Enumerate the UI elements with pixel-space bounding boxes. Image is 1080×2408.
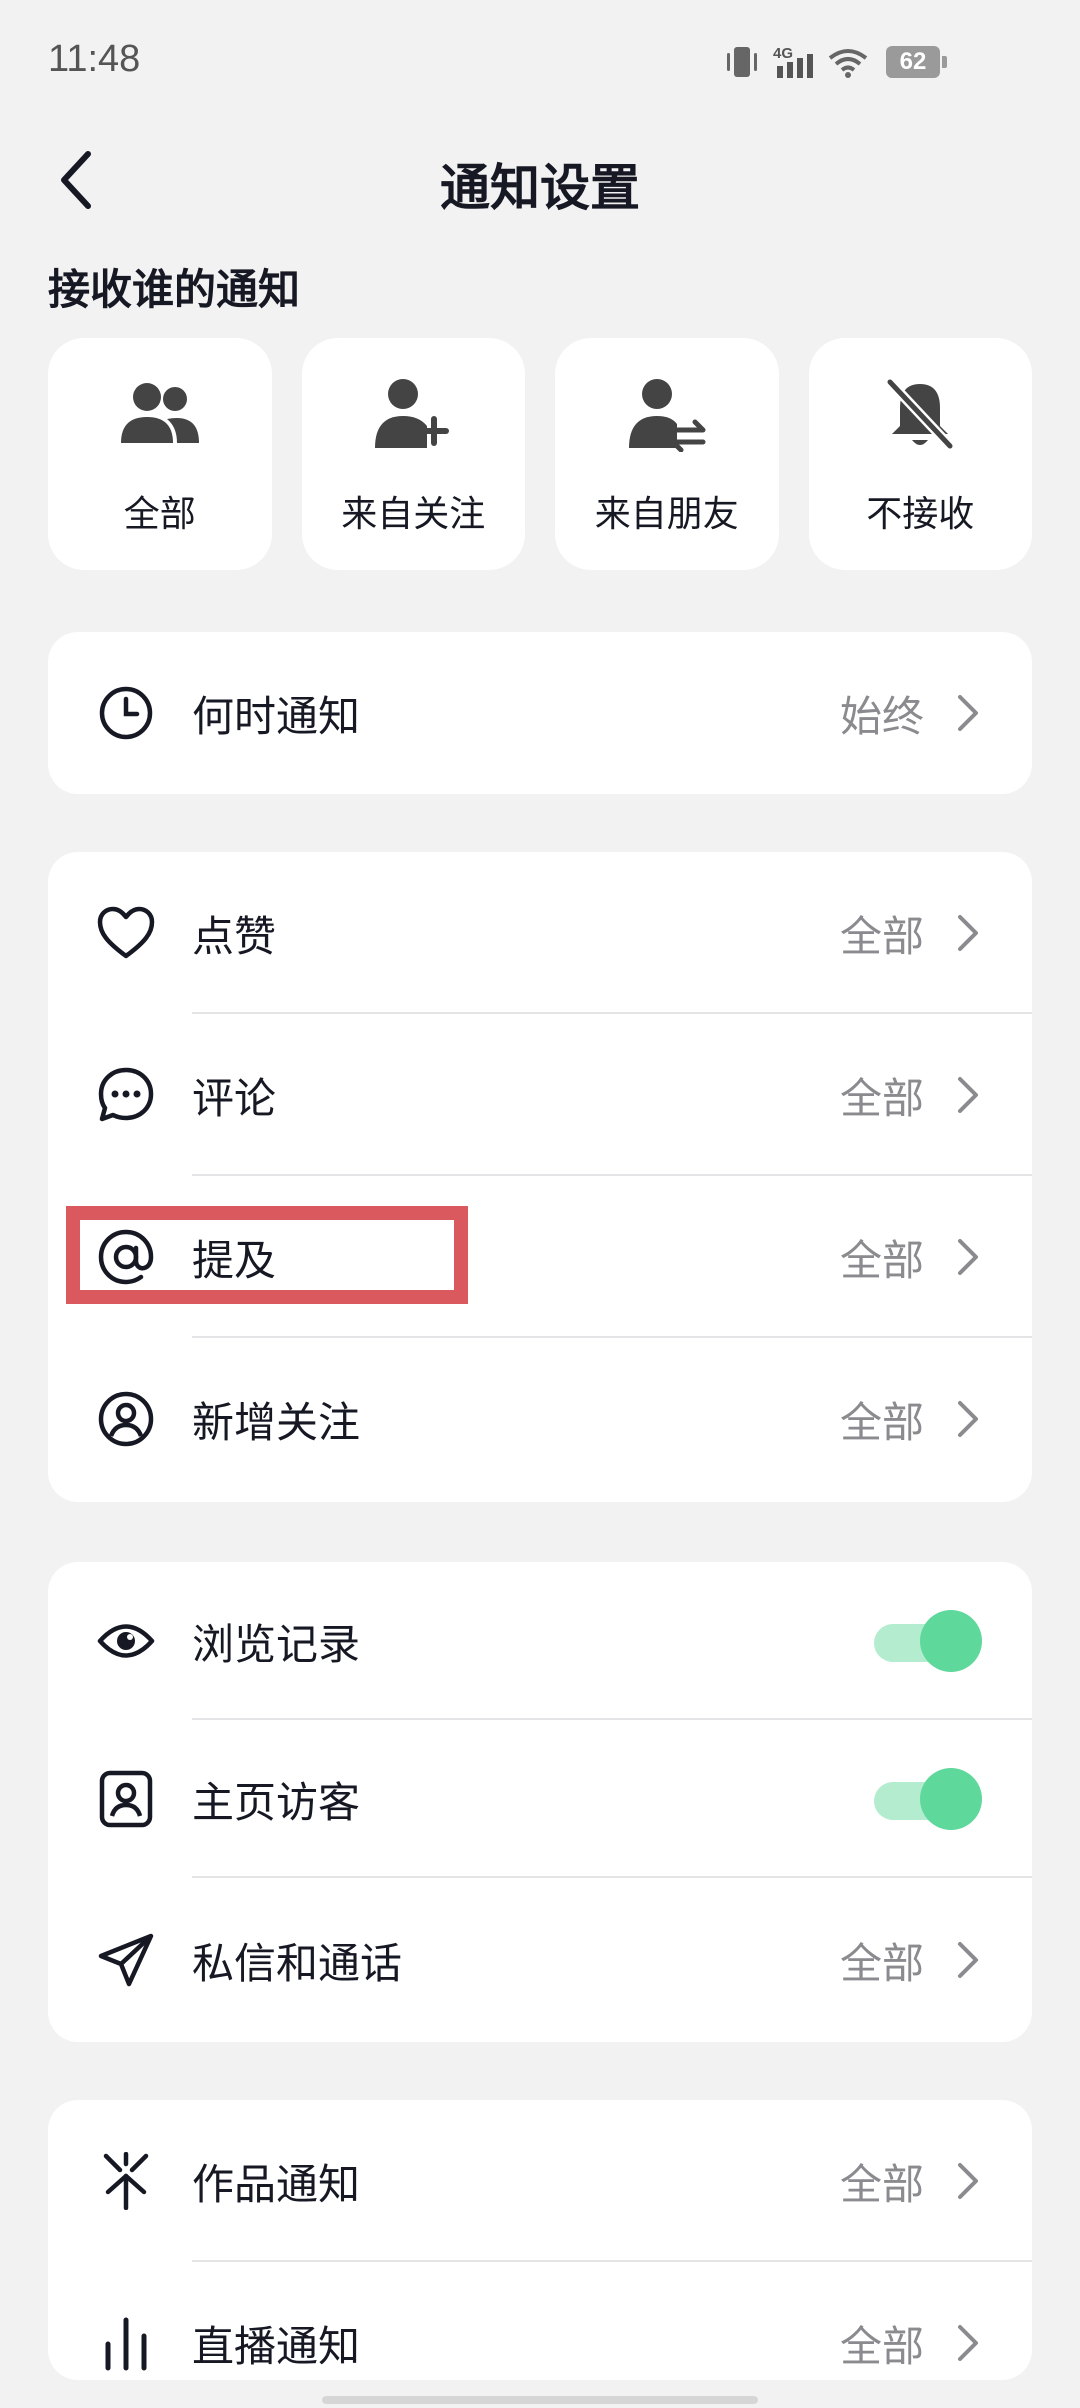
live-notify-value: 全部: [839, 2321, 924, 2371]
new-followers-value: 全部: [839, 1397, 924, 1447]
mentions-value: 全部: [839, 1235, 924, 1285]
person-swap-icon: [628, 379, 706, 452]
when-card: 何时通知 始终: [48, 632, 1032, 794]
nav-bar: 通知设置: [0, 120, 1080, 240]
option-none-label: 不接收: [866, 494, 975, 535]
option-all[interactable]: 全部: [48, 338, 272, 570]
profile-visitors-row: 主页访客: [48, 1720, 1032, 1878]
home-indicator[interactable]: [322, 2396, 758, 2404]
mentions-highlight-box: [66, 1206, 468, 1304]
send-icon: [98, 1933, 154, 1987]
chevron-right-icon: [958, 695, 978, 731]
option-friends-label: 来自朋友: [594, 494, 739, 535]
sparkle-icon: [103, 2152, 149, 2210]
eye-icon: [97, 1624, 155, 1658]
profile-visitors-toggle[interactable]: [874, 1768, 982, 1830]
live-notify-label: 直播通知: [192, 2321, 361, 2371]
likes-row[interactable]: 点赞 全部: [48, 852, 1032, 1014]
comment-icon: [98, 1067, 154, 1122]
wifi-icon: [828, 49, 868, 78]
live-notify-row[interactable]: 直播通知 全部: [48, 2262, 1032, 2380]
receive-options: 全部 来自关注 来自朋友 不接收: [48, 338, 1032, 570]
comments-value: 全部: [839, 1073, 924, 1123]
new-followers-label: 新增关注: [192, 1397, 361, 1447]
likes-label: 点赞: [192, 911, 277, 961]
person-add-icon: [375, 379, 450, 448]
chevron-right-icon: [958, 2163, 978, 2199]
messages-calls-value: 全部: [839, 1938, 924, 1988]
heart-icon: [97, 906, 155, 959]
bell-off-icon: [885, 377, 956, 451]
option-friends[interactable]: 来自朋友: [555, 338, 779, 570]
chevron-right-icon: [958, 915, 978, 951]
group-icon: [120, 383, 199, 443]
clock-icon: [99, 686, 153, 740]
person-circle-icon: [98, 1391, 154, 1447]
portrait-icon: [99, 1770, 153, 1828]
chevron-right-icon: [958, 1077, 978, 1113]
profile-visitors-label: 主页访客: [192, 1777, 361, 1827]
messages-calls-label: 私信和通话: [192, 1938, 403, 1988]
receive-section-title: 接收谁的通知: [48, 265, 301, 314]
chevron-right-icon: [958, 2325, 978, 2361]
chevron-right-icon: [958, 1239, 978, 1275]
option-all-label: 全部: [123, 494, 196, 535]
messages-calls-row[interactable]: 私信和通话 全部: [48, 1878, 1032, 2042]
chevron-right-icon: [958, 1401, 978, 1437]
status-time: 11:48: [48, 38, 141, 80]
browse-history-toggle[interactable]: [874, 1610, 982, 1672]
option-following[interactable]: 来自关注: [301, 338, 525, 570]
comments-label: 评论: [192, 1073, 277, 1123]
content-card: 作品通知 全部 直播通知 全部: [48, 2100, 1032, 2380]
browse-history-row: 浏览记录: [48, 1562, 1032, 1720]
interaction-card: 点赞 全部 评论 全部 提及 全部 新增关注 全部: [48, 852, 1032, 1502]
live-bars-icon: [105, 2317, 147, 2371]
battery-indicator: 62: [886, 46, 947, 78]
chevron-right-icon: [958, 1942, 978, 1978]
toggle-knob: [920, 1610, 982, 1672]
works-notify-value: 全部: [839, 2159, 924, 2209]
option-following-label: 来自关注: [341, 494, 486, 535]
browse-history-label: 浏览记录: [192, 1619, 361, 1669]
status-bar: 11:48 4G 62: [0, 0, 1080, 120]
when-notify-value: 始终: [839, 691, 924, 741]
works-notify-row[interactable]: 作品通知 全部: [48, 2100, 1032, 2262]
toggle-knob: [920, 1768, 982, 1830]
comments-row[interactable]: 评论 全部: [48, 1014, 1032, 1176]
privacy-card: 浏览记录 主页访客 私信和通话 全部: [48, 1562, 1032, 2042]
signal-icon: 4G: [773, 45, 813, 78]
when-notify-row[interactable]: 何时通知 始终: [48, 632, 1032, 794]
vibrate-icon: [727, 47, 757, 77]
network-type-text: 4G: [773, 45, 793, 62]
works-notify-label: 作品通知: [192, 2159, 361, 2209]
when-notify-label: 何时通知: [192, 691, 361, 741]
likes-value: 全部: [839, 911, 924, 961]
page-title: 通知设置: [440, 159, 640, 217]
option-none[interactable]: 不接收: [808, 338, 1032, 570]
new-followers-row[interactable]: 新增关注 全部: [48, 1338, 1032, 1500]
